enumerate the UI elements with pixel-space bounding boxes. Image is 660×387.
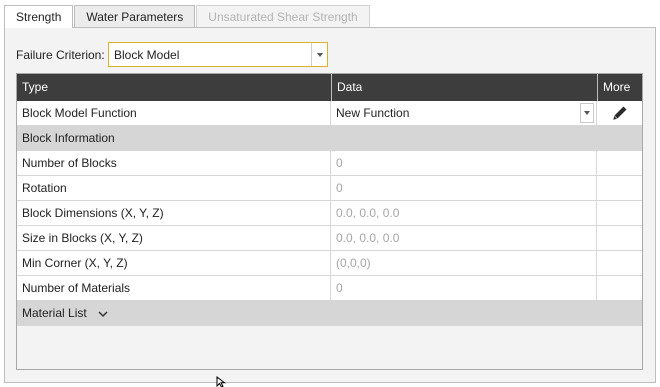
row-label: Min Corner (X, Y, Z) bbox=[17, 251, 331, 275]
block-information-group: Block Information bbox=[17, 126, 642, 151]
block-model-function-select[interactable]: New Function bbox=[331, 101, 597, 125]
group-label: Block Information bbox=[22, 131, 115, 145]
chevron-down-icon[interactable] bbox=[98, 310, 108, 318]
failure-criterion-select[interactable]: Block Model bbox=[108, 42, 328, 67]
mouse-cursor-icon bbox=[216, 376, 226, 387]
row-more bbox=[597, 251, 642, 275]
caret-down-icon[interactable] bbox=[580, 103, 594, 123]
group-label: Material List bbox=[22, 306, 87, 320]
row-label: Rotation bbox=[17, 176, 331, 200]
row-value: 0 bbox=[331, 176, 597, 200]
row-more bbox=[597, 151, 642, 175]
edit-function-button[interactable] bbox=[597, 101, 642, 125]
row-label: Number of Blocks bbox=[17, 151, 331, 175]
row-label: Size in Blocks (X, Y, Z) bbox=[17, 226, 331, 250]
table-row: Min Corner (X, Y, Z) (0,0,0) bbox=[17, 251, 642, 276]
row-label: Block Model Function bbox=[17, 101, 331, 125]
row-value: (0,0,0) bbox=[331, 251, 597, 275]
header-data: Data bbox=[337, 80, 363, 94]
row-label: Number of Materials bbox=[17, 276, 331, 300]
row-more bbox=[597, 276, 642, 300]
row-more bbox=[597, 226, 642, 250]
tab-water-parameters[interactable]: Water Parameters bbox=[74, 5, 196, 27]
row-more bbox=[597, 201, 642, 225]
row-more bbox=[597, 176, 642, 200]
pencil-icon bbox=[612, 106, 626, 120]
properties-grid: Type Data More Block Model Function New … bbox=[16, 73, 643, 370]
block-model-function-value: New Function bbox=[336, 106, 410, 120]
table-row: Size in Blocks (X, Y, Z) 0.0, 0.0, 0.0 bbox=[17, 226, 642, 251]
tab-unsaturated-shear-strength: Unsaturated Shear Strength bbox=[196, 5, 370, 27]
caret-down-icon[interactable] bbox=[311, 43, 327, 66]
grid-header: Type Data More bbox=[17, 74, 642, 101]
material-list-group[interactable]: Material List bbox=[17, 301, 642, 326]
table-row: Block Dimensions (X, Y, Z) 0.0, 0.0, 0.0 bbox=[17, 201, 642, 226]
failure-criterion-label: Failure Criterion: bbox=[16, 48, 105, 62]
table-row: Number of Blocks 0 bbox=[17, 151, 642, 176]
table-row: Rotation 0 bbox=[17, 176, 642, 201]
tab-strength[interactable]: Strength bbox=[4, 5, 74, 28]
tab-strip: Strength Water Parameters Unsaturated Sh… bbox=[4, 5, 371, 28]
header-type: Type bbox=[22, 80, 49, 94]
failure-criterion-value: Block Model bbox=[114, 48, 180, 62]
row-value: 0.0, 0.0, 0.0 bbox=[331, 226, 597, 250]
row-label: Block Dimensions (X, Y, Z) bbox=[17, 201, 331, 225]
table-row: Number of Materials 0 bbox=[17, 276, 642, 301]
material-list-toggle[interactable]: Material List bbox=[17, 301, 642, 325]
header-more: More bbox=[603, 80, 631, 94]
row-value: 0 bbox=[331, 151, 597, 175]
row-value: 0 bbox=[331, 276, 597, 300]
row-value: 0.0, 0.0, 0.0 bbox=[331, 201, 597, 225]
block-model-function-row: Block Model Function New Function bbox=[17, 101, 642, 126]
